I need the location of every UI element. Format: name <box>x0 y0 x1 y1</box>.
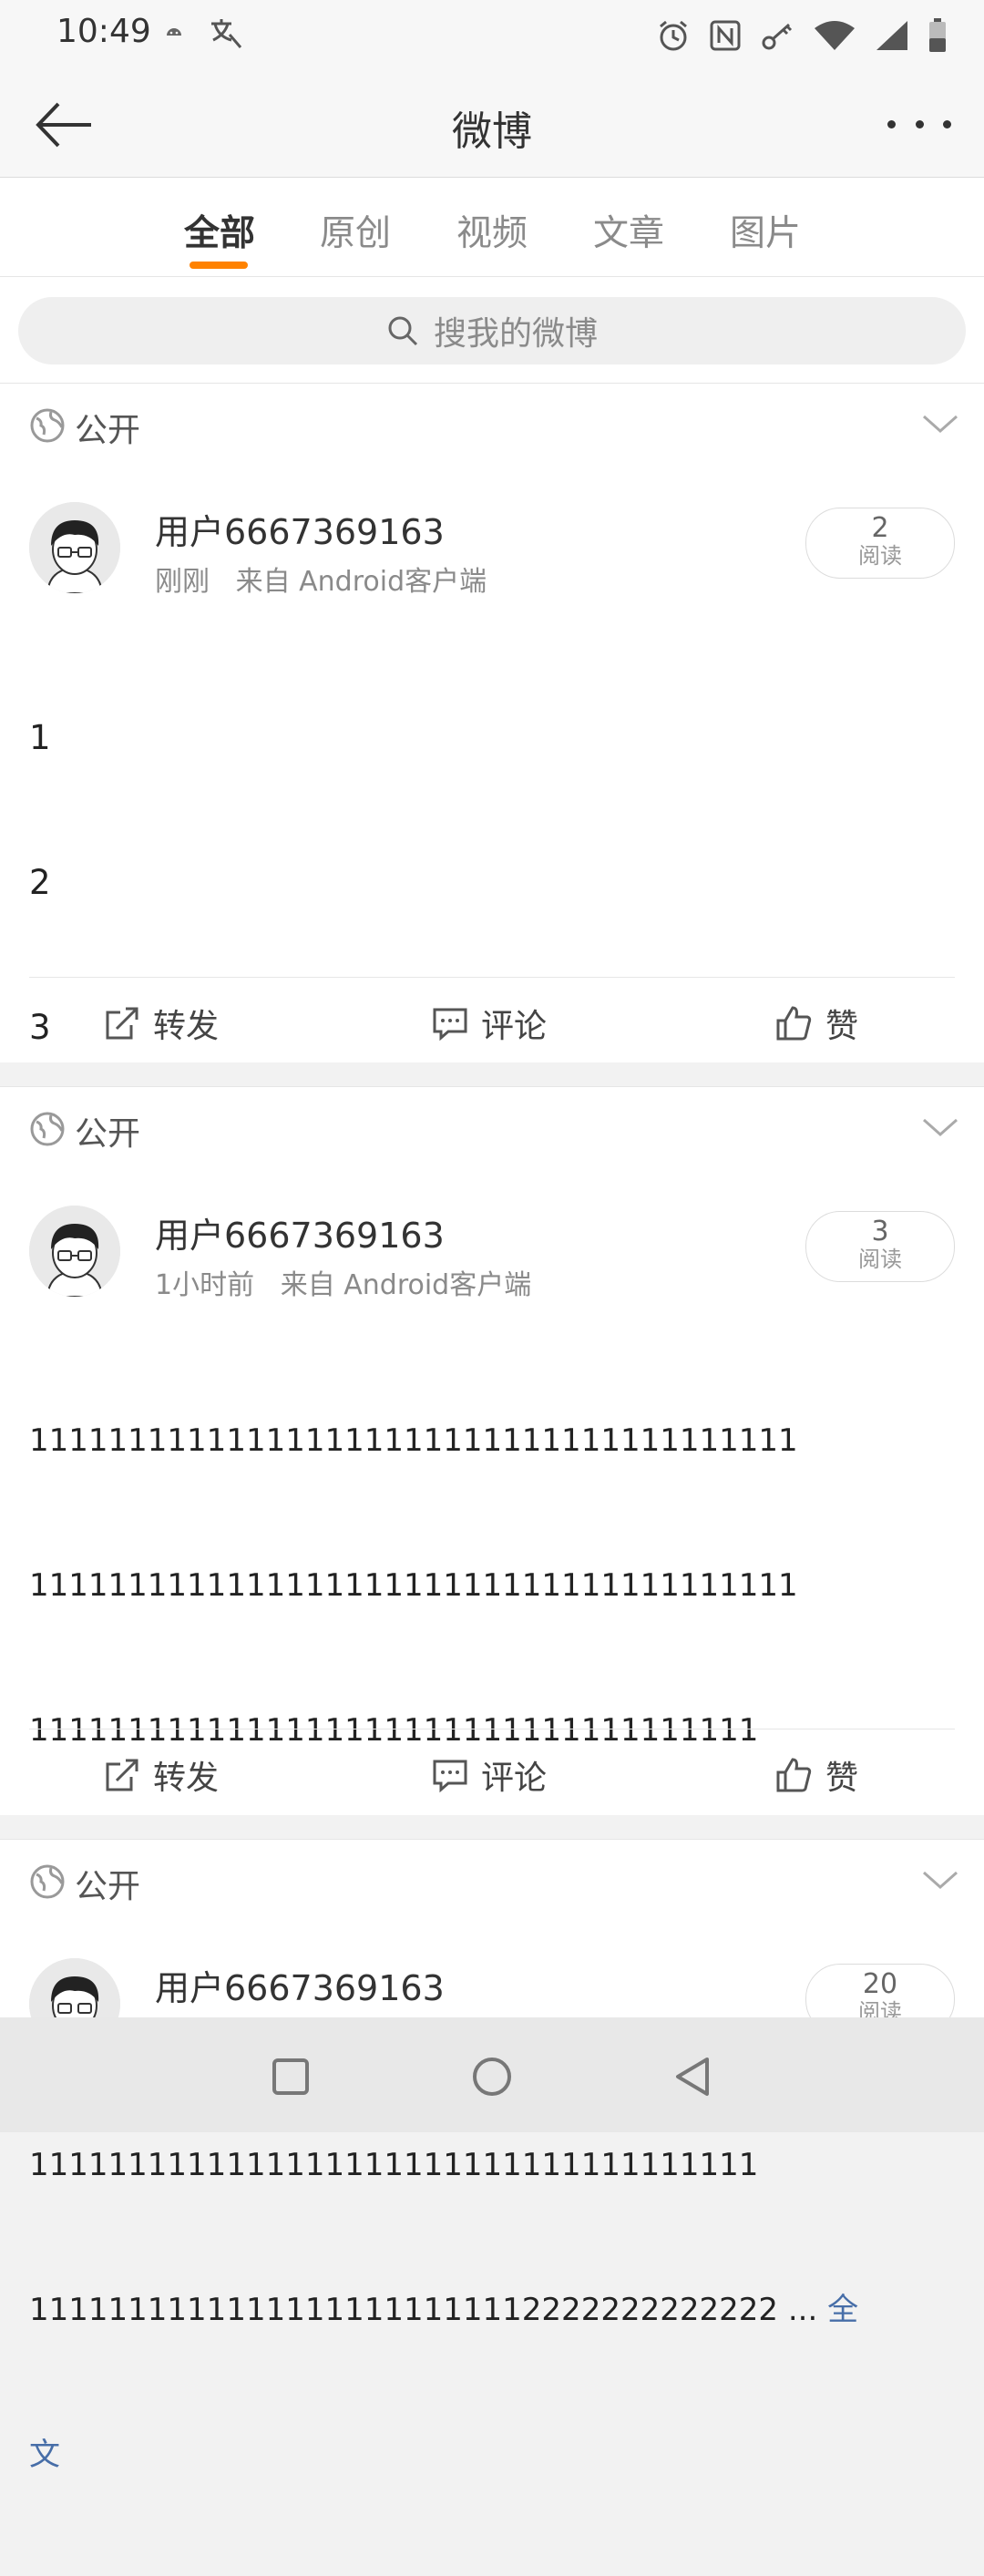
content-line: 111111111111111111111111111111111111111 <box>29 1567 798 1604</box>
post-actions: 转发 评论 赞 <box>0 978 984 1065</box>
username[interactable]: 用户6667369163 <box>155 504 445 554</box>
read-more-link[interactable]: 全 <box>827 2292 858 2328</box>
content-line: 1111111111111111111111111111111111111 <box>29 2147 759 2183</box>
wifi-icon <box>815 21 855 50</box>
repost-icon <box>106 1759 138 1791</box>
content-line: 11111111111111111111111112222222222222 <box>29 2292 779 2328</box>
tab-original[interactable]: 原创 <box>320 205 391 256</box>
read-label: 阅读 <box>858 1999 902 2017</box>
comment-icon <box>433 1008 467 1042</box>
globe-icon <box>30 408 65 443</box>
tab-article[interactable]: 文章 <box>593 205 664 256</box>
content-line: 2 <box>29 863 51 902</box>
read-label: 阅读 <box>858 1247 902 1272</box>
repost-label: 转发 <box>153 1760 220 1797</box>
tab-bar: 全部 原创 视频 文章 图片 <box>0 178 984 277</box>
post-source: 来自 Android客户端 <box>235 566 487 598</box>
read-count: 20 <box>862 1968 898 2000</box>
visibility-header[interactable]: 公开 <box>0 1086 984 1172</box>
repost-icon <box>106 1007 138 1040</box>
chevron-down-icon[interactable] <box>920 1109 960 1145</box>
visibility-label: 公开 <box>75 1868 141 1905</box>
repost-button[interactable]: 转发 <box>104 1000 219 1047</box>
page-title: 微博 <box>452 108 532 155</box>
tab-image[interactable]: 图片 <box>730 205 801 256</box>
comment-button[interactable]: 评论 <box>432 1000 547 1047</box>
like-label: 赞 <box>825 1760 859 1797</box>
signal-icon <box>876 21 907 50</box>
comment-label: 评论 <box>481 1008 548 1045</box>
repost-button[interactable]: 转发 <box>104 1751 219 1799</box>
username[interactable]: 用户6667369163 <box>155 1207 445 1257</box>
ellipsis: ... <box>778 2292 818 2328</box>
avatar-image <box>29 502 120 593</box>
avatar-image <box>29 1206 120 1297</box>
status-time: 10:49 <box>56 13 151 50</box>
tab-video[interactable]: 视频 <box>456 205 528 256</box>
like-label: 赞 <box>825 1008 859 1045</box>
visibility-label: 公开 <box>75 1115 141 1153</box>
alarm-icon <box>660 20 687 51</box>
post-card[interactable]: 用户6667369163 刚刚 来自 Android客户端 2 阅读 1 2 3… <box>0 467 984 1627</box>
tab-indicator <box>190 262 248 269</box>
chevron-down-icon[interactable] <box>920 405 960 442</box>
visibility-header[interactable]: 公开 <box>0 1839 984 1924</box>
repost-label: 转发 <box>153 1008 220 1045</box>
avatar[interactable] <box>29 1206 120 1297</box>
content-line: 1 <box>29 718 51 757</box>
post-meta: 刚刚 来自 Android客户端 <box>155 559 487 599</box>
avatar[interactable] <box>29 1958 120 2017</box>
post-actions: 转发 评论 赞 <box>0 1729 984 1817</box>
read-count-badge: 3 阅读 <box>805 1211 955 1282</box>
post-card[interactable]: 用户6667369163 20 阅读 <box>0 1924 984 2017</box>
read-count: 3 <box>871 1216 889 1247</box>
read-count-badge: 20 阅读 <box>805 1964 955 2017</box>
home-icon[interactable] <box>469 2054 515 2099</box>
nav-bar: 微博 <box>0 73 984 178</box>
recent-apps-icon[interactable] <box>268 2054 313 2099</box>
comment-label: 评论 <box>481 1760 548 1797</box>
avatar[interactable] <box>29 502 120 593</box>
thumbs-up-icon <box>776 1758 812 1792</box>
read-count: 2 <box>871 512 889 544</box>
comment-button[interactable]: 评论 <box>432 1751 547 1799</box>
thumbs-up-icon <box>776 1006 812 1041</box>
read-more-link[interactable]: 文 <box>29 2437 60 2473</box>
search-area: 搜我的微博 <box>0 277 984 383</box>
read-label: 阅读 <box>858 543 902 569</box>
username[interactable]: 用户6667369163 <box>155 1960 445 2010</box>
globe-icon <box>30 1864 65 1899</box>
system-navigation-bar <box>0 2017 984 2132</box>
post-time: 刚刚 <box>155 566 210 598</box>
post-card[interactable]: 用户6667369163 1小时前 来自 Android客户端 3 阅读 111… <box>0 1171 984 2473</box>
key-icon <box>762 23 793 50</box>
nfc-icon <box>710 20 741 51</box>
avatar-image <box>29 1958 120 2017</box>
search-icon <box>388 316 418 346</box>
translate-icon <box>211 19 242 48</box>
chevron-down-icon[interactable] <box>920 1862 960 1898</box>
like-button[interactable]: 赞 <box>774 1000 858 1047</box>
post-meta: 1小时前 来自 Android客户端 <box>155 1262 531 1302</box>
back-icon[interactable] <box>671 2054 716 2099</box>
visibility-label: 公开 <box>75 412 141 449</box>
comment-icon <box>433 1760 467 1793</box>
globe-icon <box>30 1112 65 1146</box>
content-line: 111111111111111111111111111111111111111 <box>29 1422 798 1459</box>
status-bar: 10:49 <box>0 0 984 73</box>
battery-icon <box>929 18 946 52</box>
post-source: 来自 Android客户端 <box>280 1269 532 1301</box>
search-input[interactable]: 搜我的微博 <box>18 297 966 364</box>
more-options-button[interactable] <box>887 106 951 142</box>
read-count-badge: 2 阅读 <box>805 508 955 579</box>
tab-all[interactable]: 全部 <box>184 205 255 256</box>
visibility-header[interactable]: 公开 <box>0 383 984 468</box>
android-notification-icon <box>167 28 181 36</box>
post-time: 1小时前 <box>155 1269 255 1301</box>
search-placeholder: 搜我的微博 <box>433 315 598 353</box>
like-button[interactable]: 赞 <box>774 1751 858 1799</box>
